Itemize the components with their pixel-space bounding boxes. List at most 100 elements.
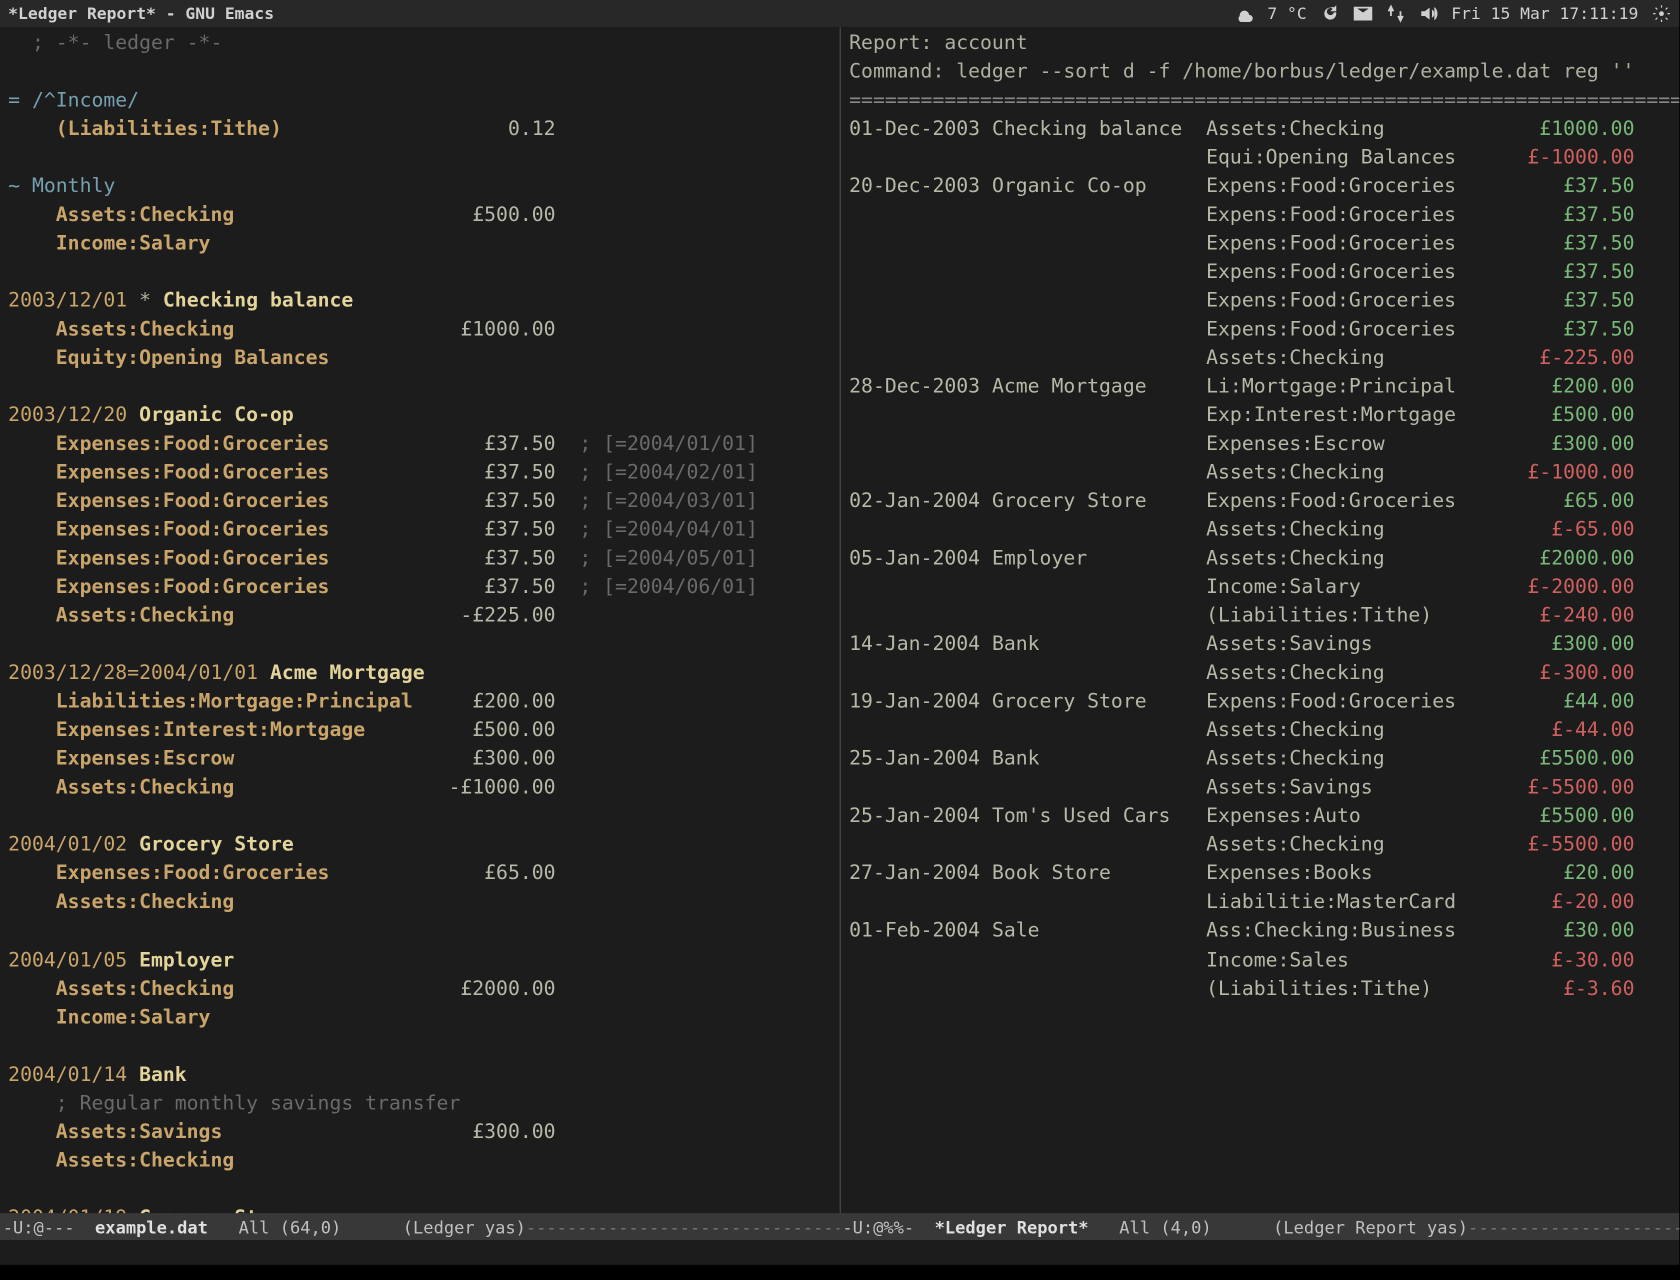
posting-account: Assets:Checking: [56, 606, 413, 628]
editor-area: ; -*- ledger -*- = /^Income/ (Liabilitie…: [0, 27, 1679, 1213]
reg-account: Assets:Checking: [1206, 749, 1492, 771]
modeline-left[interactable]: -U:@--- example.dat All (64,0) (Ledger y…: [0, 1216, 840, 1236]
posting-account: Assets:Checking: [56, 1150, 413, 1172]
reg-amount: £44.00: [1492, 692, 1635, 714]
reg-payee: [992, 405, 1206, 427]
txn-payee: Grocery Store: [139, 1207, 294, 1213]
reg-amount: £-44.00: [1492, 720, 1635, 742]
report-command: Command: ledger --sort d -f /home/borbus…: [849, 61, 1634, 83]
posting-account: Expenses:Food:Groceries: [56, 548, 413, 570]
reg-account: Income:Sales: [1206, 949, 1492, 971]
posting-amount: £37.50: [413, 434, 556, 456]
reg-amount: £-2000.00: [1492, 577, 1635, 599]
reg-payee: Sale: [992, 921, 1206, 943]
txn-payee: Acme Mortgage: [270, 663, 425, 685]
volume-icon[interactable]: [1418, 4, 1437, 24]
reg-date: [849, 147, 992, 169]
modeline-right[interactable]: -U:@%%- *Ledger Report* All (4,0) (Ledge…: [840, 1216, 1680, 1236]
reg-balance: £5260.00: [1634, 749, 1679, 771]
reg-balance: £-240.00: [1634, 606, 1679, 628]
posting-note: ; [=2004/01/01]: [579, 434, 757, 456]
reg-amount: £37.50: [1492, 205, 1635, 227]
reg-date: [849, 606, 992, 628]
reg-payee: Employer: [992, 548, 1206, 570]
reg-amount: £37.50: [1492, 176, 1635, 198]
reg-payee: [992, 978, 1206, 1000]
reg-amount: £37.50: [1492, 319, 1635, 341]
posting-amount: £500.00: [413, 205, 556, 227]
reg-amount: £-1000.00: [1492, 462, 1635, 484]
reg-date: [849, 520, 992, 542]
reg-payee: Bank: [992, 749, 1206, 771]
posting-account: Assets:Checking: [56, 319, 413, 341]
txn-date: 2004/01/05: [8, 949, 127, 971]
reg-balance: £1000.00: [1634, 119, 1679, 141]
reg-payee: [992, 319, 1206, 341]
reg-account: Expenses:Escrow: [1206, 434, 1492, 456]
posting-account: Expenses:Food:Groceries: [56, 577, 413, 599]
posting-note: ; [=2004/04/01]: [579, 520, 757, 542]
txn-payee: Employer: [139, 949, 234, 971]
reg-payee: Book Store: [992, 863, 1206, 885]
reg-date: 14-Jan-2004: [849, 634, 992, 656]
posting-account: Expenses:Interest:Mortgage: [56, 720, 413, 742]
txn-payee: Grocery Store: [139, 835, 294, 857]
reg-date: [849, 405, 992, 427]
reg-payee: [992, 291, 1206, 313]
reg-payee: [992, 949, 1206, 971]
reg-amount: £-65.00: [1492, 520, 1635, 542]
reg-date: [849, 262, 992, 284]
reg-payee: Grocery Store: [992, 491, 1206, 513]
reg-account: Assets:Checking: [1206, 348, 1492, 370]
reg-account: Expens:Food:Groceries: [1206, 233, 1492, 255]
reg-balance: £225.00: [1634, 319, 1679, 341]
reg-account: Assets:Checking: [1206, 720, 1492, 742]
reg-account: Income:Salary: [1206, 577, 1492, 599]
mail-icon[interactable]: [1353, 4, 1372, 24]
reg-account: Equi:Opening Balances: [1206, 147, 1492, 169]
reg-balance: 0: [1634, 577, 1679, 599]
posting-note: ; [=2004/06/01]: [579, 577, 757, 599]
posting-note: ; [=2004/03/01]: [579, 491, 757, 513]
reg-payee: [992, 835, 1206, 857]
reg-balance: £-220.00: [1634, 863, 1679, 885]
reg-balance: 0: [1634, 462, 1679, 484]
reg-date: [849, 205, 992, 227]
reg-amount: £5500.00: [1492, 749, 1635, 771]
reg-payee: [992, 262, 1206, 284]
reg-account: Expens:Food:Groceries: [1206, 176, 1492, 198]
auto-rule-header: = /^Income/: [8, 90, 139, 112]
posting-amount: -£1000.00: [413, 777, 556, 799]
reg-amount: £-1000.00: [1492, 147, 1635, 169]
reg-date: [849, 777, 992, 799]
network-icon[interactable]: [1386, 4, 1405, 24]
reg-account: Expens:Food:Groceries: [1206, 319, 1492, 341]
posting-amount: £200.00: [413, 692, 556, 714]
posting-account: Assets:Savings: [56, 1121, 413, 1143]
reg-date: 27-Jan-2004: [849, 863, 992, 885]
posting-amount: £1000.00: [413, 319, 556, 341]
minibuffer[interactable]: [0, 1240, 1679, 1265]
reg-payee: [992, 147, 1206, 169]
reg-amount: £65.00: [1492, 491, 1635, 513]
ledger-source-buffer[interactable]: ; -*- ledger -*- = /^Income/ (Liabilitie…: [0, 27, 840, 1213]
weather-icon: [1235, 4, 1254, 24]
reg-account: Assets:Savings: [1206, 634, 1492, 656]
settings-icon[interactable]: [1652, 4, 1671, 24]
txn-payee: Organic Co-op: [139, 405, 294, 427]
reg-amount: £500.00: [1492, 405, 1635, 427]
report-label: Report: account: [849, 33, 1027, 55]
reg-balance: £150.00: [1634, 262, 1679, 284]
ledger-report-buffer[interactable]: Report: account Command: ledger --sort d …: [840, 27, 1680, 1213]
reg-balance: £112.50: [1634, 233, 1679, 255]
reg-payee: Grocery Store: [992, 692, 1206, 714]
report-divider: ========================================…: [849, 90, 1679, 112]
posting-account: Expenses:Food:Groceries: [56, 462, 413, 484]
reg-amount: £2000.00: [1492, 548, 1635, 570]
reg-date: [849, 663, 992, 685]
reg-balance: £-240.00: [1634, 777, 1679, 799]
refresh-icon[interactable]: [1320, 4, 1339, 24]
reg-amount: £20.00: [1492, 863, 1635, 885]
posting-amount: £37.50: [413, 577, 556, 599]
reg-payee: [992, 520, 1206, 542]
